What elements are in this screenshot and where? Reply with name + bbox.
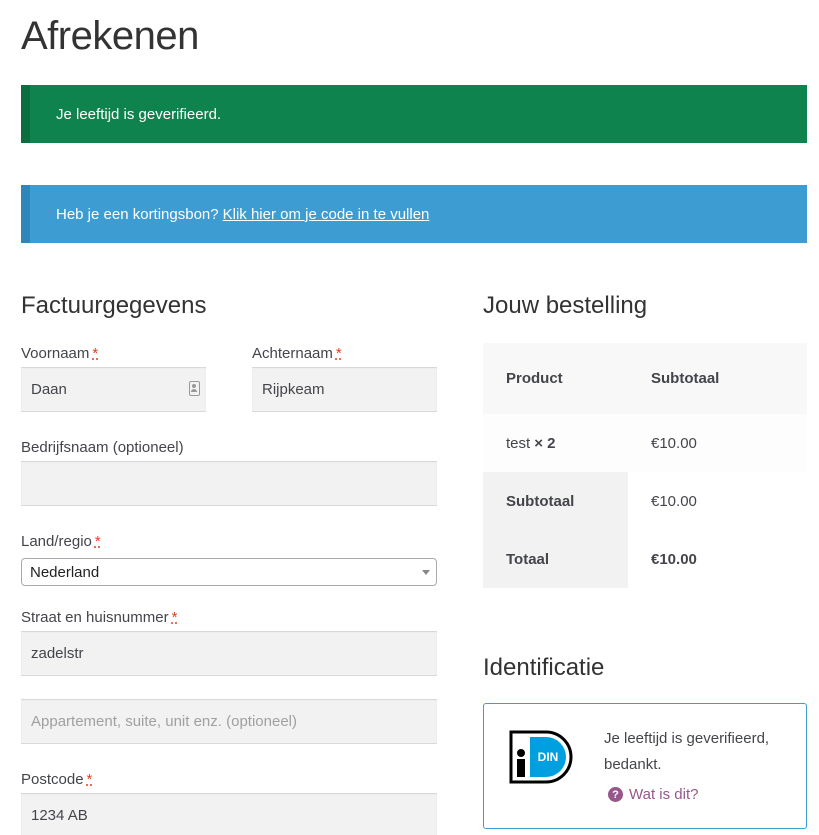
success-notice-text: Je leeftijd is geverifieerd.	[56, 105, 222, 123]
required-mark: *	[94, 533, 101, 550]
street-label: Straat en huisnummer *	[21, 609, 178, 626]
subtotal-label: Subtotaal	[483, 472, 628, 530]
order-table: Product Subtotaal test × 2 €10.00 Subtota…	[483, 343, 807, 588]
first-name-input[interactable]: Daan	[21, 367, 206, 412]
required-mark: *	[335, 345, 342, 362]
table-row: test × 2 €10.00	[483, 414, 807, 472]
country-label: Land/regio *	[21, 533, 101, 550]
country-select[interactable]: Nederland	[21, 558, 437, 586]
billing-heading: Factuurgegevens	[21, 292, 207, 319]
question-circle-icon: ?	[608, 787, 623, 802]
idin-logo: DIN	[509, 730, 573, 784]
subtotal-column-header: Subtotaal	[628, 343, 807, 414]
product-column-header: Product	[483, 343, 628, 414]
company-input[interactable]	[21, 461, 437, 506]
total-label: Totaal	[483, 530, 628, 588]
first-name-label: Voornaam *	[21, 345, 99, 362]
identification-box: DIN Je leeftijd is geverifieerd, bedankt…	[483, 703, 807, 829]
order-heading: Jouw bestelling	[483, 292, 648, 319]
required-mark: *	[86, 771, 93, 788]
item-total: €10.00	[628, 414, 807, 472]
contact-card-icon[interactable]	[189, 381, 200, 396]
required-mark: *	[171, 609, 178, 626]
dropdown-arrow-icon	[422, 570, 430, 575]
coupon-prompt-text: Heb je een kortingsbon?	[56, 205, 219, 223]
item-cell: test × 2	[483, 414, 628, 472]
idin-logo-text: DIN	[538, 750, 559, 764]
address2-input[interactable]: Appartement, suite, unit enz. (optioneel…	[21, 699, 437, 744]
street-input[interactable]: zadelstr	[21, 631, 437, 676]
item-quantity: × 2	[534, 434, 556, 452]
verification-message: Je leeftijd is geverifieerd, bedankt.	[604, 730, 770, 773]
page-title: Afrekenen	[21, 14, 199, 58]
table-header-row: Product Subtotaal	[483, 343, 807, 414]
postcode-label: Postcode *	[21, 771, 93, 788]
total-row: Totaal €10.00	[483, 530, 807, 588]
identification-heading: Identificatie	[483, 654, 605, 681]
last-name-input[interactable]: Rijpkeam	[252, 367, 437, 412]
subtotal-value: €10.00	[628, 472, 807, 530]
company-label: Bedrijfsnaam (optioneel)	[21, 439, 184, 456]
coupon-link[interactable]: Klik hier om je code in te vullen	[223, 206, 430, 223]
last-name-label: Achternaam *	[252, 345, 342, 362]
subtotal-row: Subtotaal €10.00	[483, 472, 807, 530]
postcode-input[interactable]: 1234 AB	[21, 793, 437, 835]
coupon-notice: Heb je een kortingsbon? Klik hier om je …	[21, 185, 807, 243]
success-notice: Je leeftijd is geverifieerd.	[21, 85, 807, 143]
total-value: €10.00	[628, 530, 807, 588]
required-mark: *	[92, 345, 99, 362]
what-is-this-link[interactable]: ? Wat is dit?	[608, 786, 698, 803]
